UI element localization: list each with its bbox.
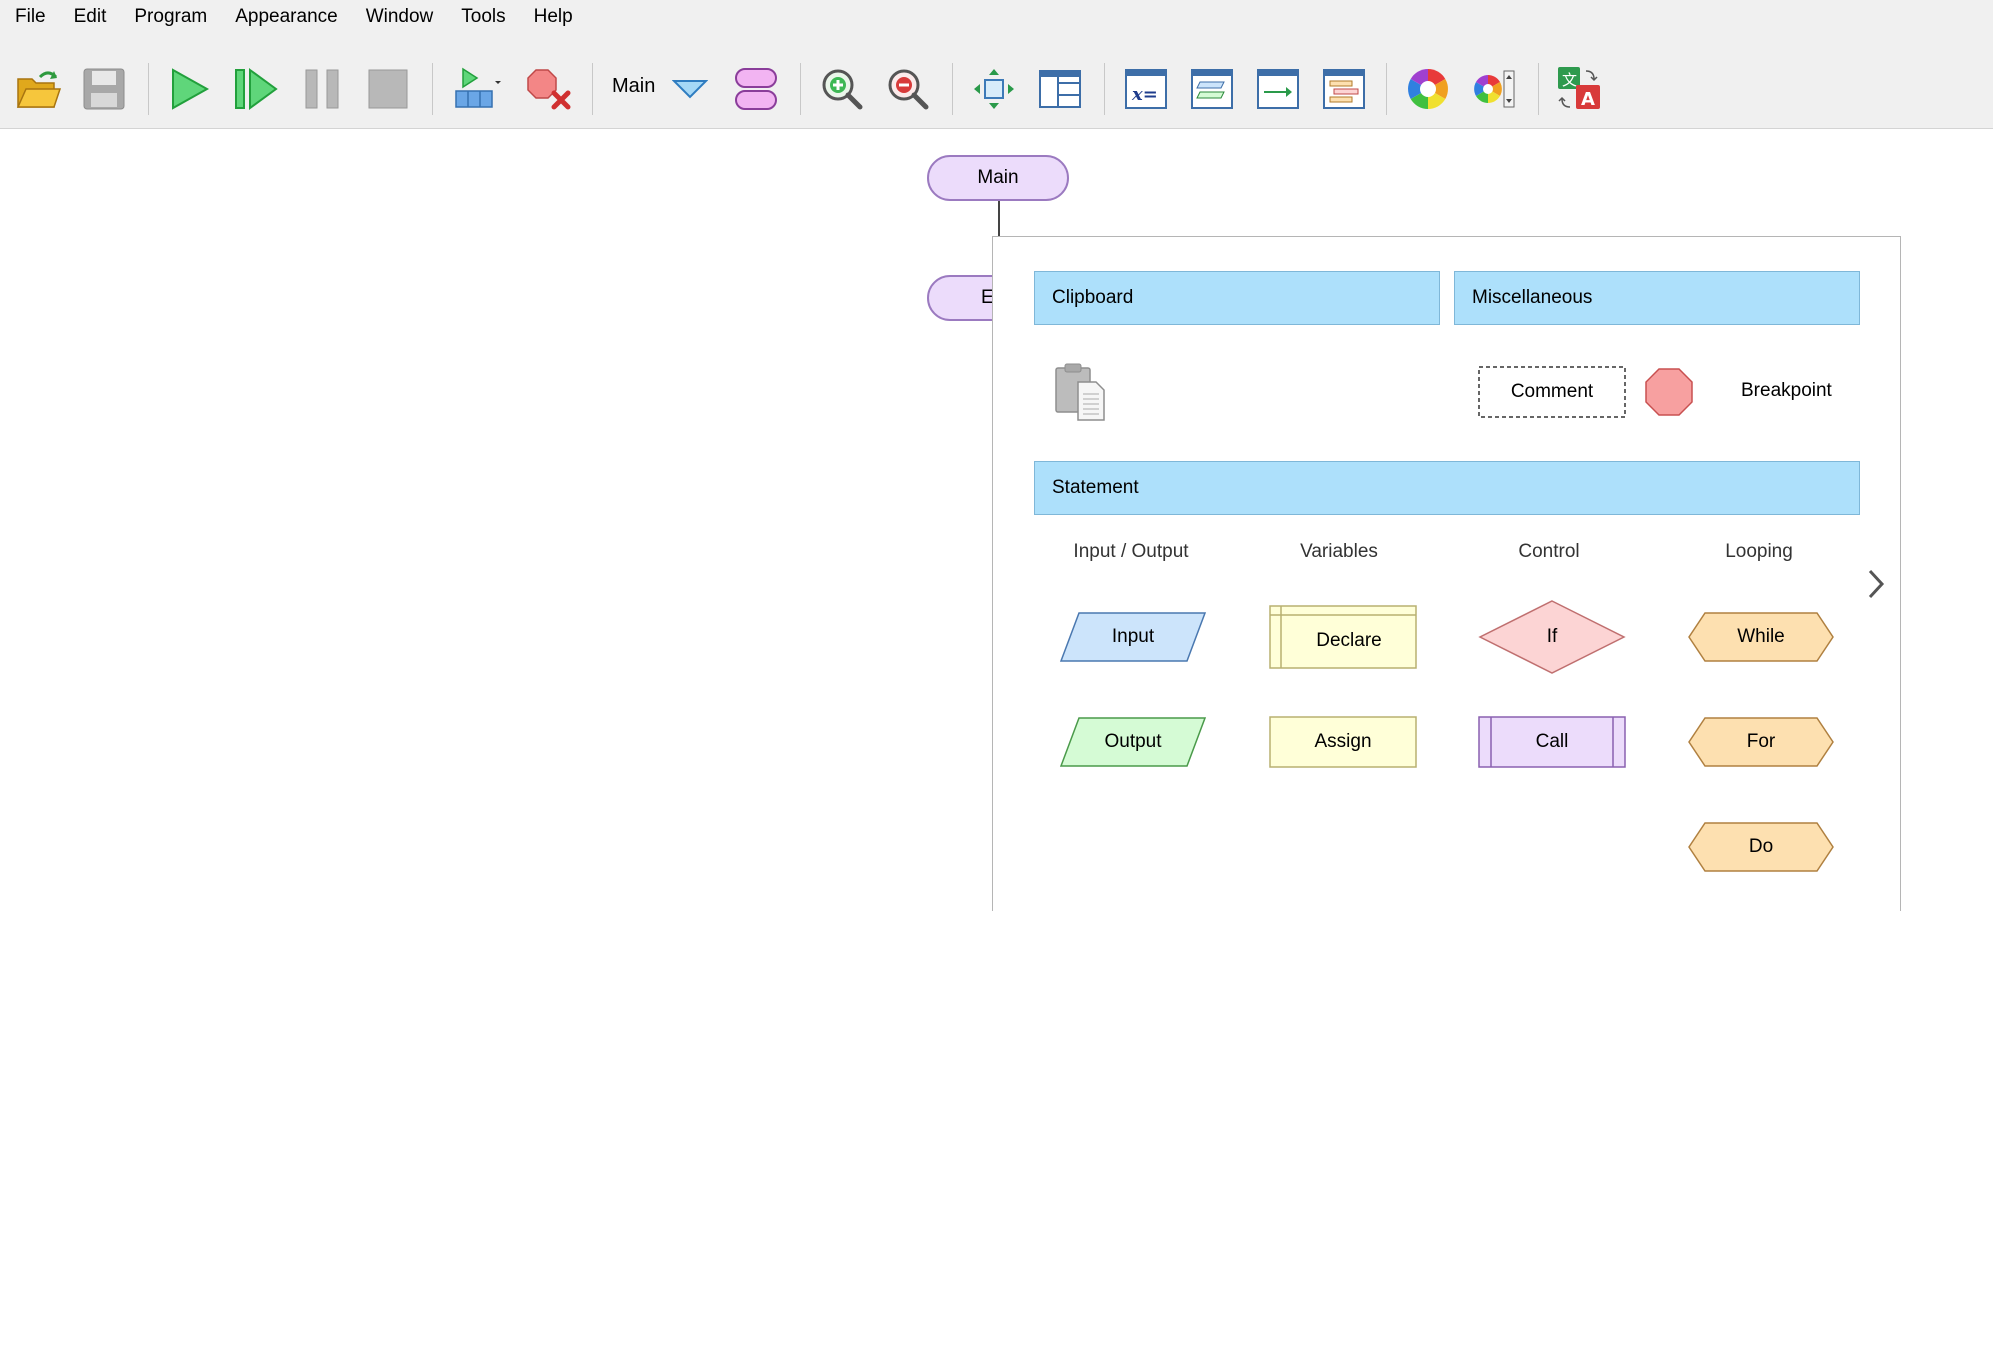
svg-text:A: A bbox=[1581, 89, 1595, 110]
menu-window[interactable]: Window bbox=[352, 0, 448, 33]
save-icon[interactable] bbox=[76, 61, 132, 117]
column-variables: Variables bbox=[1300, 541, 1378, 562]
variables-window-icon[interactable]: x= bbox=[1118, 61, 1174, 117]
clipboard-header: Clipboard bbox=[1034, 271, 1440, 325]
toolbar: Main x= 文 A bbox=[0, 33, 1993, 129]
assign-label: Assign bbox=[1314, 731, 1372, 752]
pause-icon[interactable] bbox=[294, 61, 350, 117]
step-icon[interactable] bbox=[228, 61, 284, 117]
flow-connector[interactable] bbox=[998, 201, 1000, 239]
for-label: For bbox=[1746, 731, 1776, 752]
comment-shape[interactable]: Comment bbox=[1478, 366, 1626, 418]
main-start-block[interactable]: Main bbox=[927, 155, 1069, 201]
subchart-dropdown-icon[interactable] bbox=[662, 61, 718, 117]
svg-text:x=: x= bbox=[1131, 84, 1158, 105]
output-label: Output bbox=[1104, 731, 1162, 752]
column-input-output: Input / Output bbox=[1073, 541, 1189, 562]
flowchart-window-icon[interactable] bbox=[1316, 61, 1372, 117]
run-icon[interactable] bbox=[161, 61, 217, 117]
declare-shape[interactable]: Declare bbox=[1269, 605, 1417, 669]
menu-appearance[interactable]: Appearance bbox=[221, 0, 351, 33]
run-to-icon[interactable] bbox=[447, 61, 503, 117]
translate-icon[interactable]: 文 A bbox=[1552, 61, 1608, 117]
statement-header: Statement bbox=[1034, 461, 1860, 515]
assign-shape[interactable]: Assign bbox=[1269, 716, 1417, 768]
subchart-name[interactable]: Main bbox=[612, 75, 655, 98]
zoom-in-icon[interactable] bbox=[814, 61, 870, 117]
while-label: While bbox=[1737, 626, 1785, 647]
column-looping: Looping bbox=[1725, 541, 1793, 562]
color-select-icon[interactable] bbox=[1466, 61, 1522, 117]
paste-icon[interactable] bbox=[1052, 362, 1112, 422]
call-label: Call bbox=[1535, 731, 1569, 752]
layout-icon[interactable] bbox=[1032, 61, 1088, 117]
breakpoint-icon[interactable] bbox=[1644, 367, 1694, 417]
fit-view-icon[interactable] bbox=[966, 61, 1022, 117]
do-label: Do bbox=[1748, 836, 1774, 857]
menu-bar: File Edit Program Appearance Window Tool… bbox=[0, 0, 1993, 33]
input-label: Input bbox=[1111, 626, 1155, 647]
input-shape[interactable]: Input bbox=[1059, 611, 1207, 663]
output-shape[interactable]: Output bbox=[1059, 716, 1207, 768]
console-window-icon[interactable] bbox=[1184, 61, 1240, 117]
breakpoint-label[interactable]: Breakpoint bbox=[1741, 380, 1832, 402]
menu-tools[interactable]: Tools bbox=[447, 0, 519, 33]
declare-label: Declare bbox=[1316, 630, 1382, 651]
svg-text:文: 文 bbox=[1562, 71, 1577, 89]
do-shape[interactable]: Do bbox=[1687, 821, 1835, 873]
for-shape[interactable]: For bbox=[1687, 716, 1835, 768]
misc-header: Miscellaneous bbox=[1454, 271, 1860, 325]
menu-file[interactable]: File bbox=[0, 0, 60, 33]
open-folder-icon[interactable] bbox=[10, 61, 66, 117]
chevron-right-icon[interactable] bbox=[1866, 567, 1886, 606]
color-theme-icon[interactable] bbox=[1400, 61, 1456, 117]
stop-icon[interactable] bbox=[360, 61, 416, 117]
menu-program[interactable]: Program bbox=[120, 0, 221, 33]
menu-help[interactable]: Help bbox=[520, 0, 587, 33]
if-shape[interactable]: If bbox=[1478, 599, 1626, 675]
menu-edit[interactable]: Edit bbox=[60, 0, 121, 33]
column-control: Control bbox=[1518, 541, 1580, 562]
clear-breakpoints-icon[interactable] bbox=[522, 61, 578, 117]
call-shape[interactable]: Call bbox=[1478, 716, 1626, 768]
add-function-icon[interactable] bbox=[728, 61, 784, 117]
while-shape[interactable]: While bbox=[1687, 611, 1835, 663]
if-label: If bbox=[1546, 626, 1558, 647]
insert-statement-popup: Clipboard Miscellaneous Comment Breakpoi… bbox=[992, 236, 1901, 911]
comment-label: Comment bbox=[1510, 381, 1594, 402]
output-window-icon[interactable] bbox=[1250, 61, 1306, 117]
zoom-out-icon[interactable] bbox=[880, 61, 936, 117]
